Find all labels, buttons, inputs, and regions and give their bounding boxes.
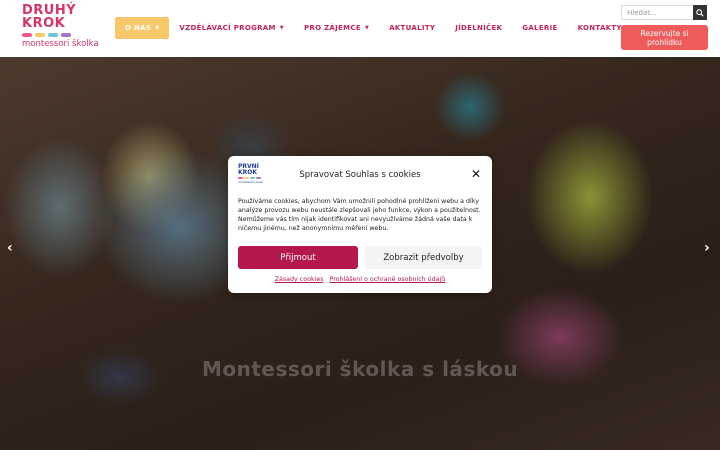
nav-item-label: AKTUALITY [389,24,436,32]
logo-dots [22,33,88,37]
accept-button[interactable]: Přijmout [238,246,358,269]
nav-item-galerie[interactable]: GALERIE [512,17,567,39]
cookie-policy-link[interactable]: Zásady cookies [275,276,324,283]
modal-links: Zásady cookies Prohlášení o ochraně osob… [228,276,492,283]
logo-subtitle: montessori školka [22,39,99,49]
nav-item-label: VZDĚLÁVACÍ PROGRAM [179,24,276,32]
nav-item-label: JÍDELNÍČEK [455,24,503,32]
search-button[interactable] [693,5,707,20]
cookie-consent-modal: PRVNÍ KROK montessori jesle Spravovat So… [228,156,492,293]
logo-line-2: KROK [22,16,66,31]
chevron-down-icon: ▼ [364,25,370,31]
nav-item-label: KONTAKTY [577,24,622,32]
reserve-visit-button[interactable]: Rezervujte si prohlídku [621,25,708,50]
site-header: DRUHÝ KROK montessori školka O NÁS ▼ VZD… [0,0,720,57]
nav-item-o-nas[interactable]: O NÁS ▼ [115,17,170,39]
main-nav: O NÁS ▼ VZDĚLÁVACÍ PROGRAM ▼ PRO ZÁJEMCE… [115,17,658,39]
slider-prev-arrow[interactable]: ‹ [7,240,13,256]
nav-item-vzdelavaci-program[interactable]: VZDĚLÁVACÍ PROGRAM ▼ [169,17,294,39]
search-placeholder: Hledat... [627,8,657,17]
chevron-down-icon: ▼ [279,25,284,31]
close-icon[interactable]: ✕ [471,168,481,180]
modal-title: Spravovat Souhlas s cookies [299,170,421,180]
nav-item-pro-zajemce[interactable]: PRO ZÁJEMCE ▼ [294,17,379,39]
search-icon [696,8,704,17]
modal-logo-subtitle: montessori jesle [238,180,263,184]
nav-item-aktuality[interactable]: AKTUALITY [379,17,445,39]
hero-caption: Montessori školka s láskou [201,357,519,381]
slider-next-arrow[interactable]: › [704,240,710,256]
privacy-policy-link[interactable]: Prohlášení o ochraně osobních údajů [330,276,446,283]
nav-item-jidelnicek[interactable]: JÍDELNÍČEK [445,17,512,39]
chevron-down-icon: ▼ [155,25,160,31]
modal-body-text: Používáme cookies, abychom Vám umožnili … [238,198,481,232]
nav-item-label: O NÁS [125,24,152,32]
show-preferences-button[interactable]: Zobrazit předvolby [365,246,482,269]
nav-item-label: PRO ZÁJEMCE [303,24,361,32]
nav-item-label: GALERIE [522,24,558,32]
site-logo[interactable]: DRUHÝ KROK montessori školka [22,4,99,53]
